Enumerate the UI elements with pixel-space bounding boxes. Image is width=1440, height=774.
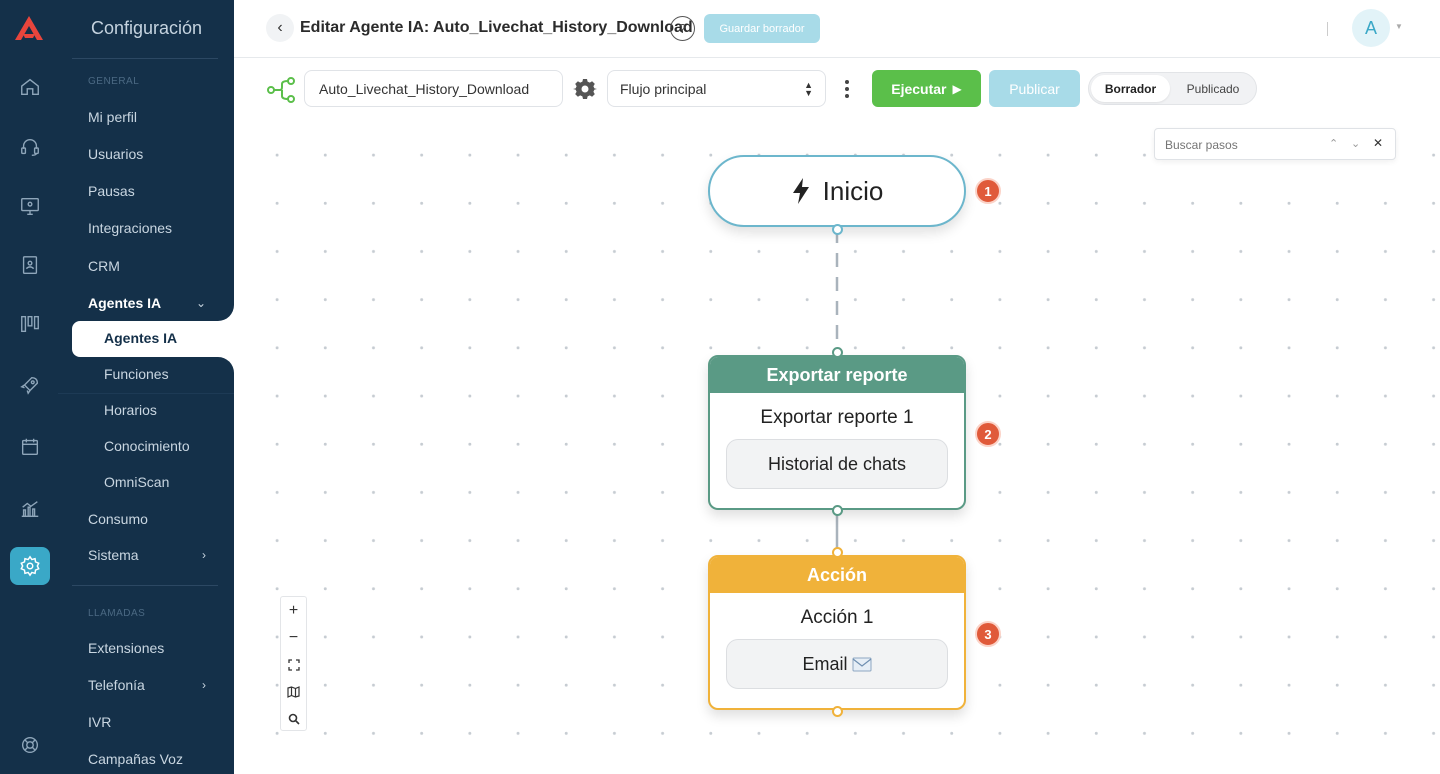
avatar[interactable]: A bbox=[1352, 9, 1390, 47]
sidebar-divider bbox=[72, 58, 218, 59]
analytics-icon[interactable] bbox=[17, 496, 43, 522]
config-sidebar: Configuración GENERAL Mi perfil Usuarios… bbox=[58, 0, 234, 774]
start-node[interactable]: Inicio bbox=[708, 155, 966, 227]
chevron-down-icon[interactable]: ⌄ bbox=[196, 293, 206, 313]
flow-tree-icon bbox=[267, 77, 295, 103]
step-badge-2: 2 bbox=[975, 421, 1001, 447]
close-icon[interactable]: ✕ bbox=[1373, 136, 1383, 150]
help-lifebuoy-icon[interactable] bbox=[17, 732, 43, 758]
chevron-right-icon[interactable]: › bbox=[202, 545, 206, 565]
sidebar-subitem-horarios[interactable]: Horarios bbox=[104, 400, 157, 420]
action-node-name: Acción 1 bbox=[800, 607, 874, 628]
header-divider bbox=[1327, 22, 1328, 36]
action-node[interactable]: Acción Acción 1 Email bbox=[708, 555, 966, 710]
monitor-icon[interactable] bbox=[17, 193, 43, 219]
settings-gear-icon[interactable] bbox=[10, 547, 50, 585]
email-envelope-icon bbox=[852, 657, 871, 671]
export-node-pill[interactable]: Historial de chats bbox=[726, 439, 948, 489]
sidebar-item-crm[interactable]: CRM bbox=[88, 256, 120, 276]
run-button[interactable]: Ejecutar ▶ bbox=[872, 70, 981, 107]
export-node-input-port[interactable] bbox=[832, 347, 843, 358]
sidebar-item-telefonia[interactable]: Telefonía bbox=[88, 675, 145, 695]
flow-settings-gear-icon[interactable] bbox=[573, 77, 597, 101]
page-title: Editar Agente IA: Auto_Livechat_History_… bbox=[300, 19, 693, 36]
step-badge-1: 1 bbox=[975, 178, 1001, 204]
start-node-output-port[interactable] bbox=[832, 224, 843, 235]
run-button-label: Ejecutar bbox=[891, 80, 947, 97]
back-arrow-icon[interactable]: ‹ bbox=[266, 14, 294, 42]
start-node-label: Inicio bbox=[822, 175, 884, 206]
lightning-bolt-icon bbox=[792, 178, 809, 204]
sidebar-subitem-label: Agentes IA bbox=[104, 330, 178, 346]
save-draft-button[interactable]: Guardar borrador bbox=[704, 14, 820, 43]
sidebar-divider bbox=[72, 585, 218, 586]
step-search-box: ⌃ ⌄ ✕ bbox=[1154, 128, 1396, 160]
minimap-icon[interactable] bbox=[281, 678, 306, 705]
play-icon: ▶ bbox=[952, 81, 962, 96]
zoom-in-icon[interactable]: + bbox=[281, 597, 306, 624]
export-node-name: Exportar reporte 1 bbox=[760, 407, 914, 428]
sidebar-item-ivr[interactable]: IVR bbox=[88, 712, 111, 732]
toggle-draft[interactable]: Borrador bbox=[1091, 75, 1170, 102]
page-header: ‹ Editar Agente IA: Auto_Livechat_Histor… bbox=[234, 0, 1440, 58]
section-llamadas: LLAMADAS bbox=[88, 608, 146, 619]
section-general: GENERAL bbox=[88, 76, 140, 87]
flow-name-input[interactable] bbox=[304, 70, 563, 107]
action-node-header: Acción bbox=[710, 557, 964, 593]
kanban-icon[interactable] bbox=[17, 311, 43, 337]
icon-rail bbox=[0, 0, 58, 774]
sidebar-item-usuarios[interactable]: Usuarios bbox=[88, 144, 143, 164]
action-node-output-port[interactable] bbox=[832, 706, 843, 717]
step-badge-3: 3 bbox=[975, 621, 1001, 647]
sidebar-subitem-conocimiento[interactable]: Conocimiento bbox=[104, 436, 190, 456]
sidebar-item-integraciones[interactable]: Integraciones bbox=[88, 218, 172, 238]
select-arrows-icon: ▲ ▼ bbox=[804, 80, 813, 98]
more-options-icon[interactable] bbox=[838, 77, 856, 101]
headset-icon[interactable] bbox=[17, 134, 43, 160]
action-node-pill[interactable]: Email bbox=[726, 639, 948, 689]
search-icon[interactable] bbox=[281, 705, 306, 732]
sidebar-subitem-omniscan[interactable]: OmniScan bbox=[104, 472, 169, 492]
zoom-out-icon[interactable]: − bbox=[281, 624, 306, 651]
action-node-input-port[interactable] bbox=[832, 547, 843, 558]
calendar-icon[interactable] bbox=[17, 434, 43, 460]
flow-select[interactable]: Flujo principal ▲ ▼ bbox=[607, 70, 826, 107]
export-node-output-port[interactable] bbox=[832, 505, 843, 516]
sidebar-item-agentes-ia[interactable]: Agentes IA bbox=[88, 293, 161, 313]
chevron-up-icon[interactable]: ⌃ bbox=[1329, 137, 1338, 150]
fit-view-icon[interactable] bbox=[281, 651, 306, 678]
help-icon[interactable]: ? bbox=[670, 16, 695, 41]
sidebar-item-campanas-voz[interactable]: Campañas Voz bbox=[88, 749, 183, 769]
export-node-pill-label: Historial de chats bbox=[767, 453, 907, 474]
flow-select-value: Flujo principal bbox=[620, 80, 707, 97]
chevron-down-icon[interactable]: ⌄ bbox=[1351, 137, 1360, 150]
sidebar-item-sistema[interactable]: Sistema bbox=[88, 545, 139, 565]
chevron-right-icon[interactable]: › bbox=[202, 675, 206, 695]
sidebar-item-consumo[interactable]: Consumo bbox=[88, 509, 148, 529]
export-node-header: Exportar reporte bbox=[710, 357, 964, 393]
home-icon[interactable] bbox=[17, 74, 43, 100]
rocket-icon[interactable] bbox=[17, 372, 43, 398]
publish-button[interactable]: Publicar bbox=[989, 70, 1080, 107]
sidebar-item-pausas[interactable]: Pausas bbox=[88, 181, 135, 201]
app-logo-icon[interactable] bbox=[13, 14, 45, 42]
draft-published-toggle: Borrador Publicado bbox=[1088, 72, 1257, 105]
sidebar-title: Configuración bbox=[91, 18, 203, 38]
toggle-published[interactable]: Publicado bbox=[1172, 75, 1254, 102]
action-node-pill-label: Email bbox=[802, 653, 848, 674]
zoom-controls: + − bbox=[280, 596, 307, 731]
sidebar-item-extensiones[interactable]: Extensiones bbox=[88, 638, 164, 658]
sidebar-subitem-agentes-ia-active[interactable]: Agentes IA bbox=[72, 321, 234, 357]
sidebar-subitem-funciones[interactable]: Funciones bbox=[104, 364, 169, 384]
sidebar-item-mi-perfil[interactable]: Mi perfil bbox=[88, 107, 137, 127]
contacts-book-icon[interactable] bbox=[17, 252, 43, 278]
search-steps-input[interactable] bbox=[1165, 136, 1315, 154]
avatar-caret-icon[interactable]: ▼ bbox=[1395, 22, 1403, 31]
export-report-node[interactable]: Exportar reporte Exportar reporte 1 Hist… bbox=[708, 355, 966, 510]
